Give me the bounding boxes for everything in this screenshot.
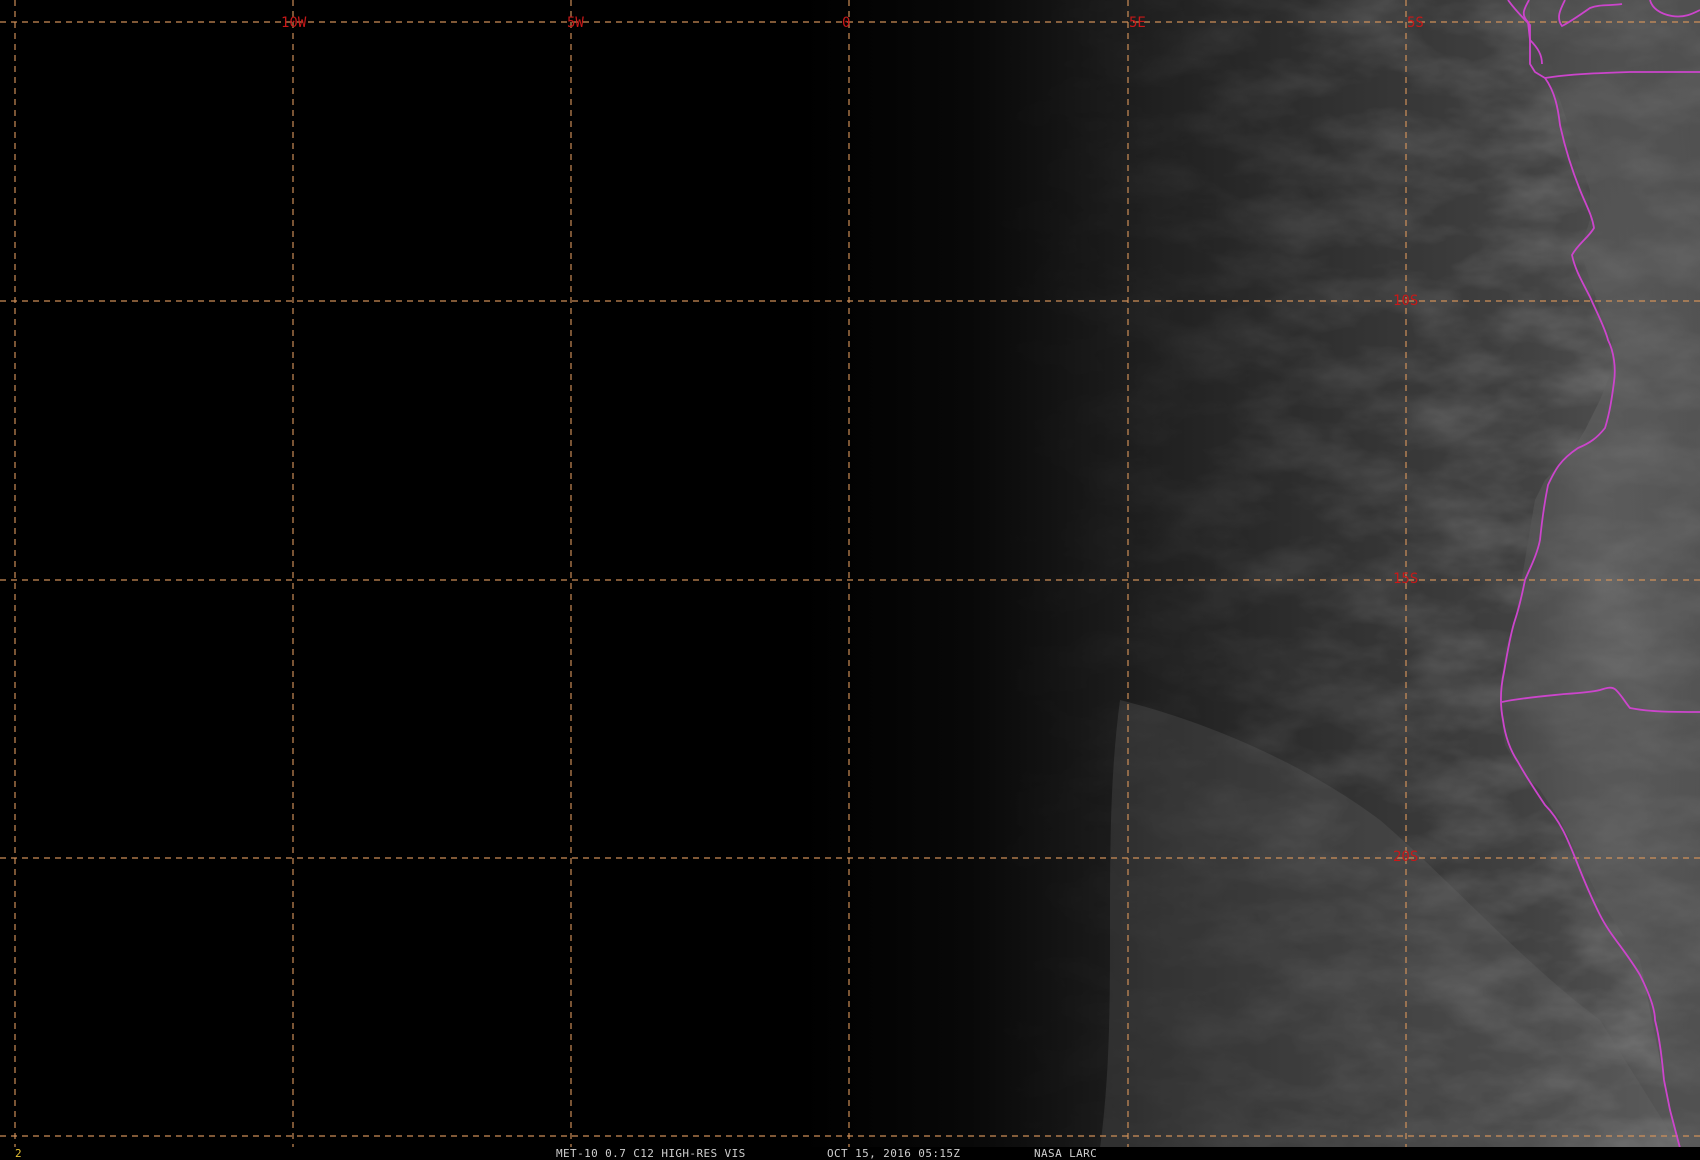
product-label: MET-10 0.7 C12 HIGH-RES VIS	[556, 1147, 746, 1160]
latitude-label: 10S	[1393, 293, 1418, 309]
frame-number: 2	[15, 1147, 23, 1160]
map-grid-overlay: 10W 5W 0 5E 5S 10S 15S 20S	[0, 0, 1700, 1148]
timestamp-label: OCT 15, 2016 05:15Z	[827, 1147, 961, 1160]
longitude-label: 5E	[1129, 15, 1146, 31]
longitude-label: 5W	[567, 15, 584, 31]
latitude-label: 5S	[1407, 15, 1424, 31]
latitude-label: 15S	[1393, 571, 1418, 587]
satellite-map-viewer: 10W 5W 0 5E 5S 10S 15S 20S 2 MET-10 0.7 …	[0, 0, 1700, 1160]
source-label: NASA LARC	[1034, 1147, 1098, 1160]
country-border	[1544, 71, 1700, 79]
country-border	[1649, 0, 1700, 18]
country-border	[1522, 0, 1543, 65]
coastline-border	[1499, 0, 1681, 1148]
country-border	[1501, 686, 1700, 713]
longitude-label: 0	[842, 15, 850, 31]
image-caption-bar: 2 MET-10 0.7 C12 HIGH-RES VIS OCT 15, 20…	[0, 1147, 1700, 1160]
country-border	[1558, 0, 1623, 28]
longitude-label: 10W	[281, 15, 307, 31]
latitude-label: 20S	[1393, 849, 1418, 865]
